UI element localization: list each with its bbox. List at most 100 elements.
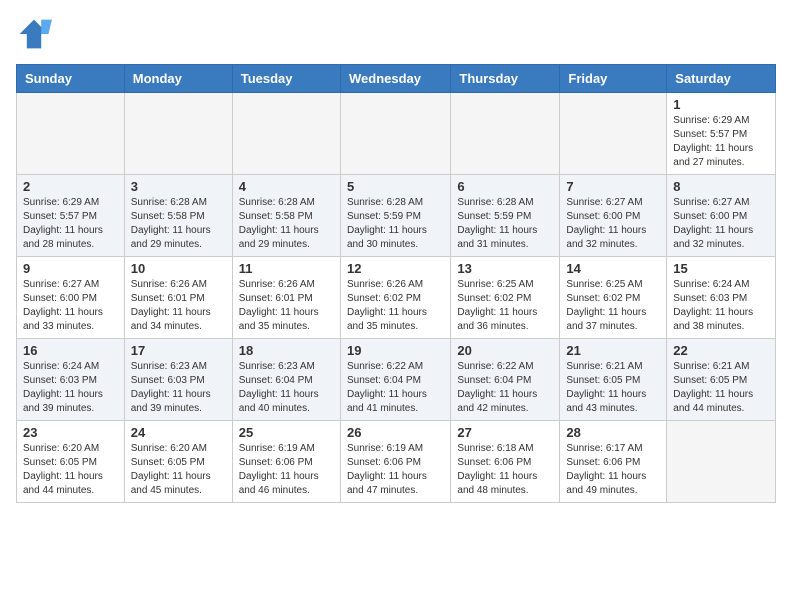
day-number: 2 bbox=[23, 179, 118, 194]
day-info: Sunrise: 6:19 AM Sunset: 6:06 PM Dayligh… bbox=[239, 442, 334, 498]
calendar-day bbox=[17, 93, 125, 175]
day-header: Monday bbox=[124, 65, 232, 93]
calendar-day: 21 Sunrise: 6:21 AM Sunset: 6:05 PM Dayli… bbox=[560, 339, 667, 421]
calendar-day: 24 Sunrise: 6:20 AM Sunset: 6:05 PM Dayli… bbox=[124, 421, 232, 503]
day-number: 9 bbox=[23, 261, 118, 276]
day-number: 20 bbox=[457, 343, 553, 358]
day-info: Sunrise: 6:23 AM Sunset: 6:03 PM Dayligh… bbox=[131, 360, 226, 416]
day-info: Sunrise: 6:24 AM Sunset: 6:03 PM Dayligh… bbox=[23, 360, 118, 416]
day-info: Sunrise: 6:25 AM Sunset: 6:02 PM Dayligh… bbox=[457, 278, 553, 334]
calendar-day bbox=[451, 93, 560, 175]
day-number: 13 bbox=[457, 261, 553, 276]
calendar-day: 23 Sunrise: 6:20 AM Sunset: 6:05 PM Dayli… bbox=[17, 421, 125, 503]
calendar-day: 10 Sunrise: 6:26 AM Sunset: 6:01 PM Dayli… bbox=[124, 257, 232, 339]
day-number: 7 bbox=[566, 179, 660, 194]
day-number: 19 bbox=[347, 343, 444, 358]
calendar-day: 26Sunrise: 6:19 AM Sunset: 6:06 PM Dayli… bbox=[340, 421, 450, 503]
day-info: Sunrise: 6:22 AM Sunset: 6:04 PM Dayligh… bbox=[457, 360, 553, 416]
day-info: Sunrise: 6:27 AM Sunset: 6:00 PM Dayligh… bbox=[566, 196, 660, 252]
day-header: Wednesday bbox=[340, 65, 450, 93]
day-info: Sunrise: 6:28 AM Sunset: 5:59 PM Dayligh… bbox=[457, 196, 553, 252]
day-number: 6 bbox=[457, 179, 553, 194]
day-number: 4 bbox=[239, 179, 334, 194]
day-info: Sunrise: 6:21 AM Sunset: 6:05 PM Dayligh… bbox=[566, 360, 660, 416]
day-info: Sunrise: 6:28 AM Sunset: 5:58 PM Dayligh… bbox=[131, 196, 226, 252]
day-info: Sunrise: 6:22 AM Sunset: 6:04 PM Dayligh… bbox=[347, 360, 444, 416]
day-number: 3 bbox=[131, 179, 226, 194]
calendar-day: 12Sunrise: 6:26 AM Sunset: 6:02 PM Dayli… bbox=[340, 257, 450, 339]
calendar-week-row: 9 Sunrise: 6:27 AM Sunset: 6:00 PM Daylig… bbox=[17, 257, 776, 339]
day-number: 16 bbox=[23, 343, 118, 358]
day-number: 5 bbox=[347, 179, 444, 194]
logo-icon bbox=[16, 16, 52, 52]
logo bbox=[16, 16, 56, 52]
day-info: Sunrise: 6:28 AM Sunset: 5:59 PM Dayligh… bbox=[347, 196, 444, 252]
day-number: 24 bbox=[131, 425, 226, 440]
calendar-table: SundayMondayTuesdayWednesdayThursdayFrid… bbox=[16, 64, 776, 503]
day-info: Sunrise: 6:25 AM Sunset: 6:02 PM Dayligh… bbox=[566, 278, 660, 334]
day-header: Tuesday bbox=[232, 65, 340, 93]
day-info: Sunrise: 6:18 AM Sunset: 6:06 PM Dayligh… bbox=[457, 442, 553, 498]
page-header bbox=[16, 16, 776, 52]
day-info: Sunrise: 6:28 AM Sunset: 5:58 PM Dayligh… bbox=[239, 196, 334, 252]
day-number: 14 bbox=[566, 261, 660, 276]
calendar-day: 5 Sunrise: 6:28 AM Sunset: 5:59 PM Daylig… bbox=[340, 175, 450, 257]
calendar-week-row: 23 Sunrise: 6:20 AM Sunset: 6:05 PM Dayli… bbox=[17, 421, 776, 503]
day-number: 8 bbox=[673, 179, 769, 194]
day-number: 28 bbox=[566, 425, 660, 440]
day-header: Thursday bbox=[451, 65, 560, 93]
calendar-day: 13 Sunrise: 6:25 AM Sunset: 6:02 PM Dayli… bbox=[451, 257, 560, 339]
day-number: 17 bbox=[131, 343, 226, 358]
calendar-day: 6 Sunrise: 6:28 AM Sunset: 5:59 PM Daylig… bbox=[451, 175, 560, 257]
day-number: 21 bbox=[566, 343, 660, 358]
calendar-header-row: SundayMondayTuesdayWednesdayThursdayFrid… bbox=[17, 65, 776, 93]
day-number: 22 bbox=[673, 343, 769, 358]
day-number: 10 bbox=[131, 261, 226, 276]
day-info: Sunrise: 6:26 AM Sunset: 6:01 PM Dayligh… bbox=[131, 278, 226, 334]
day-info: Sunrise: 6:27 AM Sunset: 6:00 PM Dayligh… bbox=[23, 278, 118, 334]
calendar-day: 16 Sunrise: 6:24 AM Sunset: 6:03 PM Dayli… bbox=[17, 339, 125, 421]
calendar-day: 25 Sunrise: 6:19 AM Sunset: 6:06 PM Dayli… bbox=[232, 421, 340, 503]
day-info: Sunrise: 6:26 AM Sunset: 6:01 PM Dayligh… bbox=[239, 278, 334, 334]
day-info: Sunrise: 6:20 AM Sunset: 6:05 PM Dayligh… bbox=[23, 442, 118, 498]
day-info: Sunrise: 6:19 AM Sunset: 6:06 PM Dayligh… bbox=[347, 442, 444, 498]
day-number: 12 bbox=[347, 261, 444, 276]
calendar-day: 28 Sunrise: 6:17 AM Sunset: 6:06 PM Dayli… bbox=[560, 421, 667, 503]
calendar-day: 11Sunrise: 6:26 AM Sunset: 6:01 PM Dayli… bbox=[232, 257, 340, 339]
day-info: Sunrise: 6:29 AM Sunset: 5:57 PM Dayligh… bbox=[23, 196, 118, 252]
day-info: Sunrise: 6:24 AM Sunset: 6:03 PM Dayligh… bbox=[673, 278, 769, 334]
calendar-day: 22 Sunrise: 6:21 AM Sunset: 6:05 PM Dayli… bbox=[667, 339, 776, 421]
day-number: 23 bbox=[23, 425, 118, 440]
day-info: Sunrise: 6:21 AM Sunset: 6:05 PM Dayligh… bbox=[673, 360, 769, 416]
day-info: Sunrise: 6:23 AM Sunset: 6:04 PM Dayligh… bbox=[239, 360, 334, 416]
day-info: Sunrise: 6:17 AM Sunset: 6:06 PM Dayligh… bbox=[566, 442, 660, 498]
calendar-day: 17 Sunrise: 6:23 AM Sunset: 6:03 PM Dayli… bbox=[124, 339, 232, 421]
calendar-day: 20 Sunrise: 6:22 AM Sunset: 6:04 PM Dayli… bbox=[451, 339, 560, 421]
calendar-day: 27 Sunrise: 6:18 AM Sunset: 6:06 PM Dayli… bbox=[451, 421, 560, 503]
calendar-day: 1 Sunrise: 6:29 AM Sunset: 5:57 PM Daylig… bbox=[667, 93, 776, 175]
calendar-week-row: 1 Sunrise: 6:29 AM Sunset: 5:57 PM Daylig… bbox=[17, 93, 776, 175]
calendar-day: 9 Sunrise: 6:27 AM Sunset: 6:00 PM Daylig… bbox=[17, 257, 125, 339]
calendar-day bbox=[340, 93, 450, 175]
calendar-day: 14 Sunrise: 6:25 AM Sunset: 6:02 PM Dayli… bbox=[560, 257, 667, 339]
calendar-day bbox=[560, 93, 667, 175]
calendar-day bbox=[667, 421, 776, 503]
day-number: 18 bbox=[239, 343, 334, 358]
day-header: Sunday bbox=[17, 65, 125, 93]
day-header: Friday bbox=[560, 65, 667, 93]
calendar-day bbox=[124, 93, 232, 175]
calendar-day: 19 Sunrise: 6:22 AM Sunset: 6:04 PM Dayli… bbox=[340, 339, 450, 421]
calendar-week-row: 16 Sunrise: 6:24 AM Sunset: 6:03 PM Dayli… bbox=[17, 339, 776, 421]
day-number: 25 bbox=[239, 425, 334, 440]
calendar-week-row: 2 Sunrise: 6:29 AM Sunset: 5:57 PM Daylig… bbox=[17, 175, 776, 257]
calendar-day bbox=[232, 93, 340, 175]
calendar-day: 3 Sunrise: 6:28 AM Sunset: 5:58 PM Daylig… bbox=[124, 175, 232, 257]
calendar-day: 2 Sunrise: 6:29 AM Sunset: 5:57 PM Daylig… bbox=[17, 175, 125, 257]
day-number: 27 bbox=[457, 425, 553, 440]
day-info: Sunrise: 6:20 AM Sunset: 6:05 PM Dayligh… bbox=[131, 442, 226, 498]
day-number: 1 bbox=[673, 97, 769, 112]
calendar-day: 4 Sunrise: 6:28 AM Sunset: 5:58 PM Daylig… bbox=[232, 175, 340, 257]
calendar-day: 7 Sunrise: 6:27 AM Sunset: 6:00 PM Daylig… bbox=[560, 175, 667, 257]
day-info: Sunrise: 6:29 AM Sunset: 5:57 PM Dayligh… bbox=[673, 114, 769, 170]
calendar-day: 8Sunrise: 6:27 AM Sunset: 6:00 PM Daylig… bbox=[667, 175, 776, 257]
